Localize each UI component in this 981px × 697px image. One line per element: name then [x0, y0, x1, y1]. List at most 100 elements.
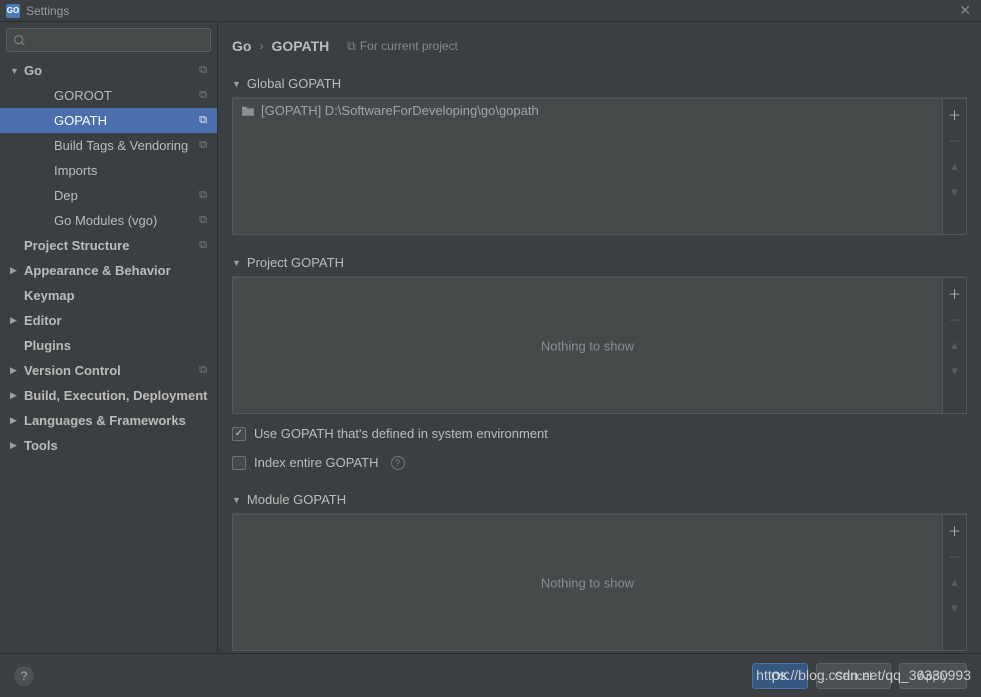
ok-button[interactable]: OK [752, 663, 807, 689]
chevron-right-icon: ▶ [10, 390, 20, 401]
tree-item-goroot[interactable]: GOROOT⧉ [0, 83, 217, 108]
window-title: Settings [26, 4, 69, 18]
move-up-button[interactable]: ▴ [943, 569, 967, 595]
titlebar: GO Settings ✕ [0, 0, 981, 22]
tree-item-version-control[interactable]: ▶ Version Control⧉ [0, 358, 217, 383]
tree-item-appearance-behavior[interactable]: ▶ Appearance & Behavior [0, 258, 217, 283]
footer: ? OK Cancel Apply [0, 653, 981, 697]
move-down-button[interactable]: ▾ [943, 179, 967, 205]
section-module-gopath[interactable]: ▼ Module GOPATH [232, 486, 967, 514]
move-down-button[interactable]: ▾ [943, 358, 967, 384]
remove-button[interactable]: － [943, 127, 967, 153]
app-icon: GO [6, 4, 20, 18]
tree-item-label: Build Tags & Vendoring [54, 138, 199, 153]
project-gopath-list: Nothing to show ＋ － ▴ ▾ [232, 277, 967, 414]
tree-item-build-tags-vendoring[interactable]: Build Tags & Vendoring⧉ [0, 133, 217, 158]
section-project-gopath[interactable]: ▼ Project GOPATH [232, 249, 967, 277]
copy-icon: ⧉ [199, 214, 207, 227]
close-icon[interactable]: ✕ [955, 2, 975, 19]
global-list-controls: ＋ － ▴ ▾ [942, 99, 966, 234]
chevron-right-icon: ▶ [10, 440, 20, 451]
tree-item-languages-frameworks[interactable]: ▶ Languages & Frameworks [0, 408, 217, 433]
chevron-right-icon: ▶ [10, 315, 20, 326]
chevron-down-icon: ▼ [10, 66, 20, 76]
chevron-down-icon: ▼ [232, 258, 241, 268]
tree-item-editor[interactable]: ▶ Editor [0, 308, 217, 333]
tree-item-label: GOPATH [54, 113, 199, 128]
checkbox-index-entire-gopath[interactable]: Index entire GOPATH ? [232, 453, 967, 472]
tree-item-imports[interactable]: Imports [0, 158, 217, 183]
project-list-controls: ＋ － ▴ ▾ [942, 278, 966, 413]
checkbox-icon[interactable] [232, 427, 246, 441]
tree-item-go[interactable]: ▼ Go⧉ [0, 58, 217, 83]
checkbox-use-system-gopath[interactable]: Use GOPATH that's defined in system envi… [232, 424, 967, 443]
tree-item-go-modules-vgo-[interactable]: Go Modules (vgo)⧉ [0, 208, 217, 233]
tree-item-keymap[interactable]: Keymap [0, 283, 217, 308]
search-input[interactable] [6, 28, 211, 52]
tree-item-label: Tools [24, 438, 217, 453]
list-item[interactable]: [GOPATH] D:\SoftwareForDeveloping\go\gop… [233, 99, 942, 122]
add-button[interactable]: ＋ [943, 517, 967, 543]
tree-item-dep[interactable]: Dep⧉ [0, 183, 217, 208]
folder-icon [241, 105, 255, 117]
chevron-down-icon: ▼ [232, 79, 241, 89]
copy-icon: ⧉ [199, 114, 207, 127]
tree-item-tools[interactable]: ▶ Tools [0, 433, 217, 458]
global-gopath-box[interactable]: [GOPATH] D:\SoftwareForDeveloping\go\gop… [233, 99, 942, 234]
remove-button[interactable]: － [943, 543, 967, 569]
tree-item-label: Go [24, 63, 199, 78]
breadcrumb: Go › GOPATH ⧉ For current project [232, 32, 967, 60]
chevron-right-icon: ▶ [10, 265, 20, 276]
tree-item-label: Imports [54, 163, 217, 178]
sidebar: ▼Go⧉GOROOT⧉GOPATH⧉Build Tags & Vendoring… [0, 22, 218, 652]
copy-icon: ⧉ [199, 364, 207, 377]
chevron-right-icon: ▶ [10, 365, 20, 376]
tree-item-label: Dep [54, 188, 199, 203]
empty-label: Nothing to show [541, 575, 634, 590]
chevron-right-icon: ▶ [10, 415, 20, 426]
copy-icon: ⧉ [199, 139, 207, 152]
move-down-button[interactable]: ▾ [943, 595, 967, 621]
tree-item-label: Plugins [24, 338, 217, 353]
move-up-button[interactable]: ▴ [943, 153, 967, 179]
breadcrumb-current: GOPATH [271, 38, 329, 54]
tree-item-label: Go Modules (vgo) [54, 213, 199, 228]
copy-icon: ⧉ [199, 189, 207, 202]
tree-item-project-structure[interactable]: Project Structure⧉ [0, 233, 217, 258]
add-button[interactable]: ＋ [943, 280, 967, 306]
move-up-button[interactable]: ▴ [943, 332, 967, 358]
module-gopath-list: Nothing to show ＋ － ▴ ▾ [232, 514, 967, 651]
copy-icon: ⧉ [347, 39, 356, 54]
add-button[interactable]: ＋ [943, 101, 967, 127]
apply-button[interactable]: Apply [899, 663, 967, 689]
settings-tree: ▼Go⧉GOROOT⧉GOPATH⧉Build Tags & Vendoring… [0, 58, 217, 652]
tree-item-label: Appearance & Behavior [24, 263, 217, 278]
tree-item-build-execution-deployment[interactable]: ▶Build, Execution, Deployment [0, 383, 217, 408]
chevron-down-icon: ▼ [232, 495, 241, 505]
project-gopath-box[interactable]: Nothing to show [233, 278, 942, 413]
tree-item-label: Editor [24, 313, 217, 328]
empty-label: Nothing to show [541, 338, 634, 353]
copy-icon: ⧉ [199, 239, 207, 252]
checkbox-icon[interactable] [232, 456, 246, 470]
tree-item-gopath[interactable]: GOPATH⧉ [0, 108, 217, 133]
remove-button[interactable]: － [943, 306, 967, 332]
search-field[interactable] [30, 33, 204, 47]
global-gopath-list: [GOPATH] D:\SoftwareForDeveloping\go\gop… [232, 98, 967, 235]
project-scope-notice: ⧉ For current project [347, 39, 458, 54]
main-panel: Go › GOPATH ⧉ For current project ▼ Glob… [218, 22, 981, 652]
cancel-button[interactable]: Cancel [816, 663, 891, 689]
breadcrumb-root[interactable]: Go [232, 38, 251, 54]
tree-item-label: Languages & Frameworks [24, 413, 217, 428]
copy-icon: ⧉ [199, 89, 207, 102]
copy-icon: ⧉ [199, 64, 207, 77]
tree-item-plugins[interactable]: Plugins [0, 333, 217, 358]
help-button[interactable]: ? [14, 666, 34, 686]
tree-item-label: GOROOT [54, 88, 199, 103]
tree-item-label: Project Structure [24, 238, 199, 253]
help-icon[interactable]: ? [391, 456, 405, 470]
section-global-gopath[interactable]: ▼ Global GOPATH [232, 70, 967, 98]
tree-item-label: Version Control [24, 363, 199, 378]
search-icon [13, 34, 26, 47]
module-gopath-box[interactable]: Nothing to show [233, 515, 942, 650]
